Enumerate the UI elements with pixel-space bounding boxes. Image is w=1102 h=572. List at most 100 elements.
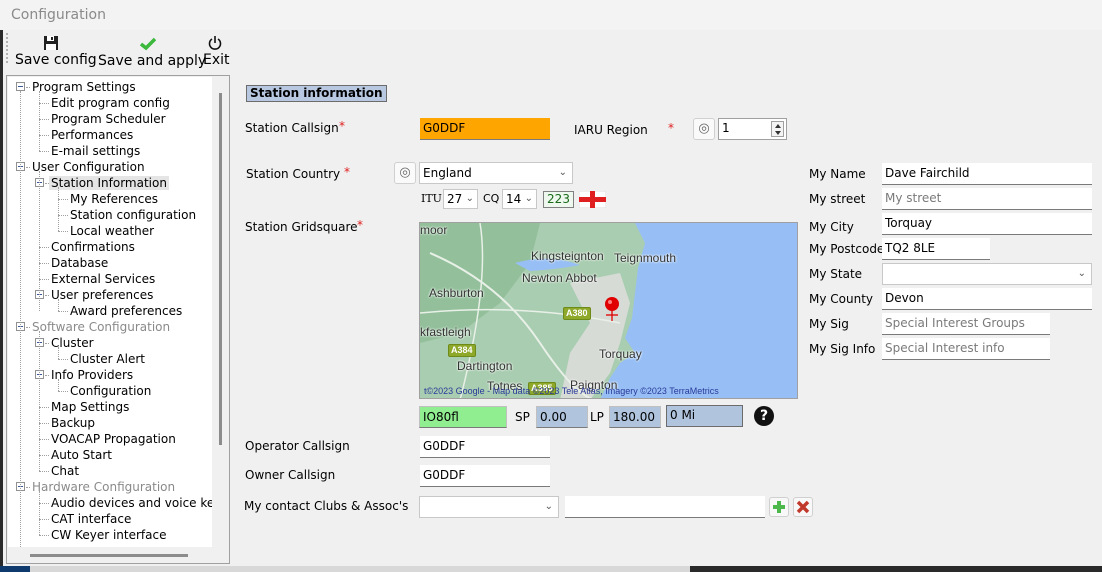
tree-item[interactable]: My References bbox=[68, 191, 160, 207]
tree-connector bbox=[39, 247, 49, 248]
tree-item[interactable]: Cluster Alert bbox=[68, 351, 147, 367]
tree-item-label: Audio devices and voice keye bbox=[51, 496, 212, 510]
tree-item[interactable]: Database bbox=[49, 255, 110, 271]
tree-item-label: My References bbox=[70, 192, 158, 206]
tree-item-label: CW Keyer interface bbox=[51, 528, 167, 542]
tree-item[interactable]: Auto Start bbox=[49, 447, 114, 463]
station-callsign-input[interactable]: G0DDF bbox=[420, 118, 550, 140]
my-sig-input[interactable]: Special Interest Groups bbox=[882, 313, 1050, 335]
my-sig-label: My Sig bbox=[809, 317, 849, 331]
road-sign: A380 bbox=[563, 307, 591, 320]
my-name-input[interactable]: Dave Fairchild bbox=[882, 163, 1092, 185]
toolbar: Save config Save and apply Exit bbox=[3, 30, 1102, 72]
tree-horizontal-scroll-thumb[interactable] bbox=[30, 554, 188, 557]
tree-item[interactable]: Info Providers bbox=[49, 367, 135, 383]
tree-item[interactable]: User preferences bbox=[49, 287, 155, 303]
tree-item[interactable]: Edit program config bbox=[49, 95, 172, 111]
tree-item[interactable]: Audio devices and voice keye bbox=[49, 495, 212, 511]
tree-item[interactable]: Hardware Configuration bbox=[30, 479, 177, 495]
remove-club-button[interactable] bbox=[793, 497, 813, 517]
exit-button[interactable]: Exit bbox=[203, 32, 230, 70]
operator-callsign-label: Operator Callsign bbox=[245, 439, 350, 453]
tree-vertical-scroll-thumb[interactable] bbox=[219, 93, 222, 445]
tree-connector bbox=[39, 135, 49, 136]
itu-select[interactable]: 27 ⌄ bbox=[443, 189, 478, 209]
tree-item[interactable]: CAT interface bbox=[49, 511, 133, 527]
tree-connector bbox=[39, 103, 49, 104]
clubs-select[interactable]: ⌄ bbox=[419, 496, 559, 518]
tree-item[interactable]: External Services bbox=[49, 271, 157, 287]
tree-item[interactable]: Map Settings bbox=[49, 399, 131, 415]
chevron-down-icon: ⌄ bbox=[524, 193, 533, 204]
tree-item-label: CAT interface bbox=[51, 512, 132, 526]
spinner-arrows[interactable] bbox=[771, 121, 784, 137]
spin-down-icon[interactable] bbox=[775, 131, 781, 135]
toolbar-grip[interactable] bbox=[6, 33, 8, 63]
tree-item[interactable]: Confirmations bbox=[49, 239, 137, 255]
tree-item[interactable]: VOACAP Propagation bbox=[49, 431, 178, 447]
tree-item[interactable]: Software Configuration bbox=[30, 319, 172, 335]
tree-item[interactable]: Program Scheduler bbox=[49, 111, 168, 127]
my-street-input[interactable]: My street bbox=[882, 188, 1092, 210]
tree-item-label: Award preferences bbox=[70, 304, 183, 318]
tree-item[interactable]: Cluster bbox=[49, 335, 96, 351]
station-callsign-label: Station Callsign bbox=[245, 121, 339, 135]
my-state-select[interactable]: ⌄ bbox=[882, 263, 1092, 285]
tree-item-label: User Configuration bbox=[32, 160, 145, 174]
clubs-text-input[interactable] bbox=[565, 496, 765, 518]
tree-connector bbox=[45, 183, 49, 184]
my-county-label: My County bbox=[809, 292, 874, 306]
station-map[interactable]: moor Kingsteignton Teignmouth Newton Abb… bbox=[419, 222, 798, 399]
tree-item[interactable]: Local weather bbox=[68, 223, 156, 239]
tree-item[interactable]: Backup bbox=[49, 415, 97, 431]
owner-callsign-input[interactable]: G0DDF bbox=[420, 465, 550, 487]
station-country-select[interactable]: England ⌄ bbox=[419, 162, 573, 184]
station-country-value: England bbox=[423, 166, 472, 180]
my-sig-info-input[interactable]: Special Interest info bbox=[882, 338, 1050, 360]
collapse-icon[interactable] bbox=[16, 82, 25, 91]
spin-up-icon[interactable] bbox=[775, 124, 781, 128]
iaru-region-label: IARU Region bbox=[574, 123, 648, 137]
england-flag-icon bbox=[579, 191, 606, 208]
save-and-apply-label: Save and apply bbox=[98, 53, 207, 69]
tree-item[interactable]: CW Keyer interface bbox=[49, 527, 168, 543]
tree-item[interactable]: Configuration bbox=[68, 383, 153, 399]
tree-connector bbox=[58, 187, 59, 231]
help-icon[interactable]: ? bbox=[754, 406, 774, 426]
operator-callsign-input[interactable]: G0DDF bbox=[420, 436, 550, 458]
save-and-apply-button[interactable]: Save and apply bbox=[98, 32, 206, 70]
plus-icon bbox=[773, 501, 785, 513]
my-street-label: My street bbox=[809, 192, 866, 206]
gridsquare-input[interactable]: IO80fl bbox=[419, 406, 507, 428]
power-icon bbox=[208, 36, 222, 50]
tree-connector bbox=[58, 199, 68, 200]
tree-item[interactable]: E-mail settings bbox=[49, 143, 142, 159]
tree-item-label: Cluster Alert bbox=[70, 352, 145, 366]
tree-item[interactable]: Program Settings bbox=[30, 79, 138, 95]
tree-item[interactable]: Station Information bbox=[49, 175, 169, 191]
tree-vertical-scrollbar[interactable] bbox=[212, 77, 229, 547]
tree-item[interactable]: Performances bbox=[49, 127, 135, 143]
tree-item[interactable]: Station configuration bbox=[68, 207, 198, 223]
my-postcode-input[interactable]: TQ2 8LE bbox=[882, 238, 990, 260]
tree-horizontal-scrollbar[interactable] bbox=[8, 547, 229, 563]
cq-select[interactable]: 14 ⌄ bbox=[502, 189, 537, 209]
iaru-region-spinner[interactable]: 1 bbox=[718, 118, 787, 140]
add-club-button[interactable] bbox=[769, 497, 789, 517]
tree-item[interactable]: Chat bbox=[49, 463, 81, 479]
tree-item[interactable]: Award preferences bbox=[68, 303, 184, 319]
my-city-input[interactable]: Torquay bbox=[882, 213, 1092, 235]
tree-item-label: Backup bbox=[51, 416, 95, 430]
my-county-input[interactable]: Devon bbox=[882, 288, 1092, 310]
required-marker: * bbox=[357, 218, 363, 232]
tree-connector bbox=[58, 359, 68, 360]
locate-country-button[interactable]: ◎ bbox=[394, 162, 416, 184]
save-config-button[interactable]: Save config bbox=[15, 32, 97, 70]
tree-connector bbox=[39, 119, 49, 120]
locate-iaru-button[interactable]: ◎ bbox=[693, 118, 715, 140]
tree-item-label: E-mail settings bbox=[51, 144, 141, 158]
tree-item-label: Software Configuration bbox=[32, 320, 171, 334]
tree-connector bbox=[39, 263, 49, 264]
tree-item[interactable]: User Configuration bbox=[30, 159, 147, 175]
chevron-down-icon: ⌄ bbox=[1077, 268, 1086, 279]
